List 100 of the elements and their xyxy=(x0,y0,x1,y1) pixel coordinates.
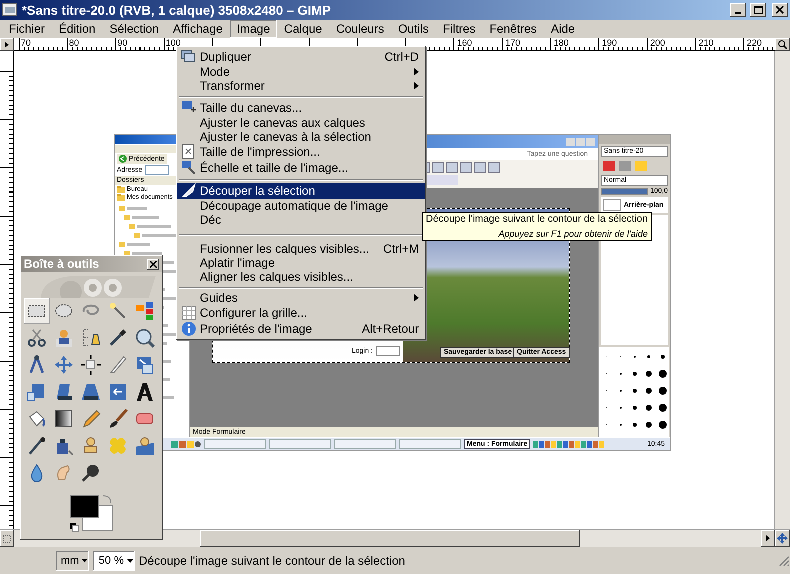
tooltip-hint: Appuyez sur F1 pour obtenir de l'aide xyxy=(498,229,648,239)
menu-item[interactable]: Taille de l'impression... xyxy=(177,144,426,160)
rotate-icon xyxy=(134,354,156,376)
window-title: *Sans titre-20.0 (RVB, 1 calque) 3508x2480 – GIMP xyxy=(22,2,332,18)
minimize-button[interactable] xyxy=(730,3,746,17)
dodge-icon xyxy=(80,462,102,484)
menu-item[interactable]: Transformer xyxy=(177,79,426,93)
perspective-stamp-icon xyxy=(134,435,156,457)
gradient-icon xyxy=(53,408,75,430)
magnifier-icon xyxy=(778,40,787,49)
ruler-label: 80 xyxy=(68,38,80,50)
close-button[interactable] xyxy=(772,3,788,17)
menu-item[interactable]: Image xyxy=(230,20,278,38)
tool-button[interactable] xyxy=(24,298,50,324)
menu-item[interactable]: Taille du canevas... xyxy=(177,100,426,116)
print-page-icon xyxy=(180,144,196,160)
ruler-label: 90 xyxy=(116,38,129,50)
quick-mask-button[interactable] xyxy=(0,530,14,547)
ruler-label: 70 xyxy=(20,38,32,50)
scroll-right-button[interactable] xyxy=(761,530,775,547)
maximize-icon xyxy=(754,6,762,14)
ruler-label: 190 xyxy=(601,38,618,50)
menu-item[interactable]: Ajuster le canevas aux calques xyxy=(177,116,426,130)
unit-dropdown[interactable]: mm xyxy=(56,550,89,570)
menu-item[interactable]: Édition xyxy=(52,20,103,38)
maximize-button[interactable] xyxy=(750,3,766,17)
toolbox-title: Boîte à outils xyxy=(24,257,100,271)
close-icon xyxy=(776,6,784,14)
menu-item[interactable]: Déc xyxy=(177,213,426,227)
navigate-button[interactable] xyxy=(775,530,790,547)
scissors-icon xyxy=(26,327,48,349)
system-tray-icons xyxy=(533,440,605,448)
color-squares-icon xyxy=(134,300,156,322)
status-message: Découpe l'image suivant le contour de la sélection xyxy=(139,554,406,568)
menu-item[interactable]: Fusionner les calques visibles... Ctrl+M xyxy=(177,242,426,256)
close-icon xyxy=(150,260,156,268)
close-button[interactable] xyxy=(147,258,159,270)
ruler-label: 160 xyxy=(456,38,474,50)
perspective-icon xyxy=(80,381,102,403)
vertical-scrollbar[interactable] xyxy=(774,51,790,529)
airbrush-icon xyxy=(26,435,48,457)
ruler-label: 200 xyxy=(649,38,666,50)
person-select-icon xyxy=(53,327,75,349)
right-triangle-icon xyxy=(766,535,770,542)
menu-item[interactable]: Aplatir l'image xyxy=(177,256,426,270)
menu-item[interactable]: Guides xyxy=(177,291,426,305)
menu-item[interactable]: Dupliquer Ctrl+D xyxy=(177,49,426,65)
menu-item[interactable]: Découpage automatique de l'image xyxy=(177,199,426,213)
letter-a-icon xyxy=(134,381,156,403)
ruler-label: 220 xyxy=(746,38,764,50)
move-arrows-icon xyxy=(53,354,75,376)
grid-icon xyxy=(180,305,196,321)
minimize-icon xyxy=(735,12,741,14)
zoom-button[interactable] xyxy=(775,38,790,51)
menu-item[interactable]: Découper la sélection xyxy=(177,183,426,199)
scrollbar-thumb[interactable] xyxy=(200,530,580,547)
menu-item[interactable]: Propriétés de l'image Alt+Retour xyxy=(177,321,426,337)
eyedropper-icon xyxy=(107,327,129,349)
menu-item[interactable]: Sélection xyxy=(102,20,166,38)
ruler-corner-button[interactable] xyxy=(0,38,14,51)
menu-item[interactable]: Fichier xyxy=(2,20,52,38)
menu-item[interactable]: Calque xyxy=(277,20,330,38)
menu-item[interactable]: Mode xyxy=(177,65,426,79)
menu-item[interactable]: Filtres xyxy=(436,20,483,38)
address-field[interactable] xyxy=(144,165,169,175)
move-arrows-icon xyxy=(777,533,788,544)
back-arrow-icon xyxy=(119,155,127,163)
scale-icon xyxy=(180,160,196,176)
login-field[interactable] xyxy=(376,346,400,356)
menu-item[interactable]: Configurer la grille... xyxy=(177,305,426,321)
knife-icon xyxy=(180,183,196,199)
window-controls-icon xyxy=(566,138,596,146)
knife-icon xyxy=(107,354,129,376)
align-icon xyxy=(80,354,102,376)
layer-thumbnail xyxy=(603,199,621,211)
duplicate-icon xyxy=(180,49,196,65)
zoom-dropdown[interactable]: 50 % xyxy=(93,550,135,570)
magnifier-icon xyxy=(134,327,156,349)
resize-grip-icon xyxy=(778,554,790,566)
quick-launch-icons xyxy=(171,440,201,448)
menu-item[interactable]: Affichage xyxy=(166,20,230,38)
ruler-label: 100 xyxy=(164,38,182,50)
paintbrush-icon xyxy=(107,408,129,430)
menu-item[interactable]: Échelle et taille de l'image... xyxy=(177,160,426,176)
flip-icon xyxy=(107,381,129,403)
dropdown-arrow-icon xyxy=(127,558,134,562)
menu-item[interactable]: Aligner les calques visibles... xyxy=(177,270,426,284)
pencil-icon xyxy=(80,408,102,430)
menu-item[interactable]: Outils xyxy=(391,20,436,38)
menu-item[interactable]: Aide xyxy=(544,20,582,38)
triangle-icon xyxy=(4,42,10,48)
ruler-label: 210 xyxy=(698,38,715,50)
info-icon xyxy=(180,321,196,337)
menu-item[interactable]: Couleurs xyxy=(329,20,392,38)
menu-item[interactable]: Ajuster le canevas à la sélection xyxy=(177,130,426,144)
dropdown-arrow-icon xyxy=(82,558,88,562)
menu-item[interactable]: Fenêtres xyxy=(482,20,544,38)
tool-button[interactable] xyxy=(78,352,104,378)
color-swatches-drawing[interactable] xyxy=(68,494,114,532)
ruler-label: 170 xyxy=(504,38,522,50)
